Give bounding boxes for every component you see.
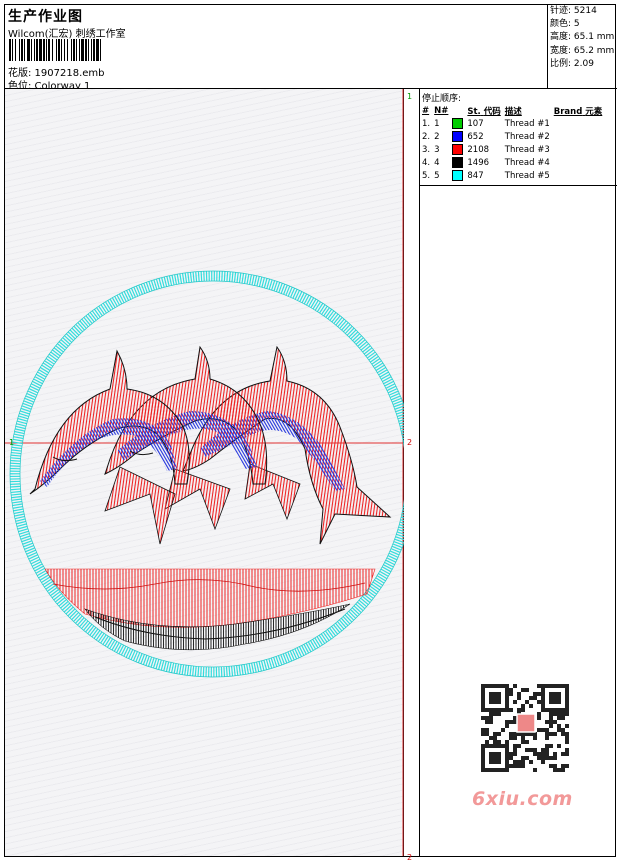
row-brand bbox=[554, 156, 607, 169]
row-swatch bbox=[452, 169, 467, 182]
row-n: 2 bbox=[434, 131, 440, 142]
row-index: 5. bbox=[422, 170, 431, 181]
design-ratio: 比例: 2.09 bbox=[550, 58, 594, 69]
color-swatch bbox=[452, 144, 464, 155]
stats-panel: 针迹: 5214 颜色: 5 高度: 65.1 mm 宽度: 65.2 mm 比… bbox=[547, 5, 617, 89]
color-count: 颜色: 5 bbox=[550, 19, 580, 30]
embroidery-preview: 1 1 2 2 bbox=[5, 89, 412, 862]
col-st bbox=[452, 104, 467, 117]
row-index: 2. bbox=[422, 131, 431, 142]
col-desc: 描述 bbox=[504, 106, 522, 117]
design-height: 高度: 65.1 mm bbox=[550, 32, 615, 43]
row-brand bbox=[554, 117, 607, 130]
thread-table: # N# St. 代码 描述 Brand 元素 1. 1 107 Thread #1 2… bbox=[422, 104, 606, 182]
qr-code-image bbox=[467, 680, 582, 775]
studio-name: Wilcom(汇宏) 刺绣工作室 bbox=[8, 29, 126, 40]
row-code: 652 bbox=[467, 131, 484, 142]
row-n: 1 bbox=[434, 118, 440, 129]
row-swatch bbox=[452, 130, 467, 143]
row-code: 107 bbox=[467, 118, 484, 129]
row-n: 4 bbox=[434, 157, 440, 168]
marker-2-right: 2 bbox=[407, 438, 413, 447]
row-desc: Thread #1 bbox=[504, 118, 550, 129]
thread-row: 4. 4 1496 Thread #4 bbox=[422, 156, 606, 169]
marker-1-top: 1 bbox=[407, 92, 413, 101]
watermark-site: 6xiu.com bbox=[472, 788, 573, 810]
col-code: St. 代码 bbox=[467, 106, 501, 117]
row-desc: Thread #5 bbox=[504, 170, 550, 181]
row-index: 4. bbox=[422, 157, 431, 168]
row-brand bbox=[554, 143, 607, 156]
col-brand: Brand 元素 bbox=[553, 106, 603, 117]
color-swatch bbox=[452, 118, 464, 129]
stop-sequence-label: 停止顺序: bbox=[422, 94, 462, 104]
row-n: 5 bbox=[434, 170, 440, 181]
color-swatch bbox=[452, 131, 464, 142]
marker-1-left: 1 bbox=[9, 438, 15, 447]
dolphin-1 bbox=[29, 349, 190, 545]
row-swatch bbox=[452, 117, 467, 130]
design-width: 宽度: 65.2 mm bbox=[550, 45, 615, 56]
thread-row: 5. 5 847 Thread #5 bbox=[422, 169, 606, 182]
sheet-header: 生产作业图 Wilcom(汇宏) 刺绣工作室 花版: 1907218.emb 色… bbox=[5, 5, 617, 92]
col-hash: # bbox=[422, 105, 430, 116]
thread-row: 1. 1 107 Thread #1 bbox=[422, 117, 606, 130]
row-index: 3. bbox=[422, 144, 431, 155]
sheet-title: 生产作业图 bbox=[8, 9, 83, 25]
color-swatch bbox=[452, 157, 464, 168]
table-separator bbox=[420, 185, 617, 186]
row-brand bbox=[554, 169, 607, 182]
row-desc: Thread #4 bbox=[504, 157, 550, 168]
thread-row: 2. 2 652 Thread #2 bbox=[422, 130, 606, 143]
embroidery-artwork bbox=[5, 89, 404, 856]
stitch-count: 针迹: 5214 bbox=[550, 6, 597, 16]
row-desc: Thread #3 bbox=[504, 144, 550, 155]
thread-row: 3. 3 2108 Thread #3 bbox=[422, 143, 606, 156]
row-swatch bbox=[452, 143, 467, 156]
row-n: 3 bbox=[434, 144, 440, 155]
row-code: 2108 bbox=[467, 144, 490, 155]
row-desc: Thread #2 bbox=[504, 131, 550, 142]
row-brand bbox=[554, 130, 607, 143]
barcode-image bbox=[9, 39, 101, 61]
col-n: N# bbox=[434, 105, 449, 116]
row-index: 1. bbox=[422, 118, 431, 129]
color-swatch bbox=[452, 170, 464, 181]
row-swatch bbox=[452, 156, 467, 169]
row-code: 1496 bbox=[467, 157, 490, 168]
row-code: 847 bbox=[467, 170, 484, 181]
